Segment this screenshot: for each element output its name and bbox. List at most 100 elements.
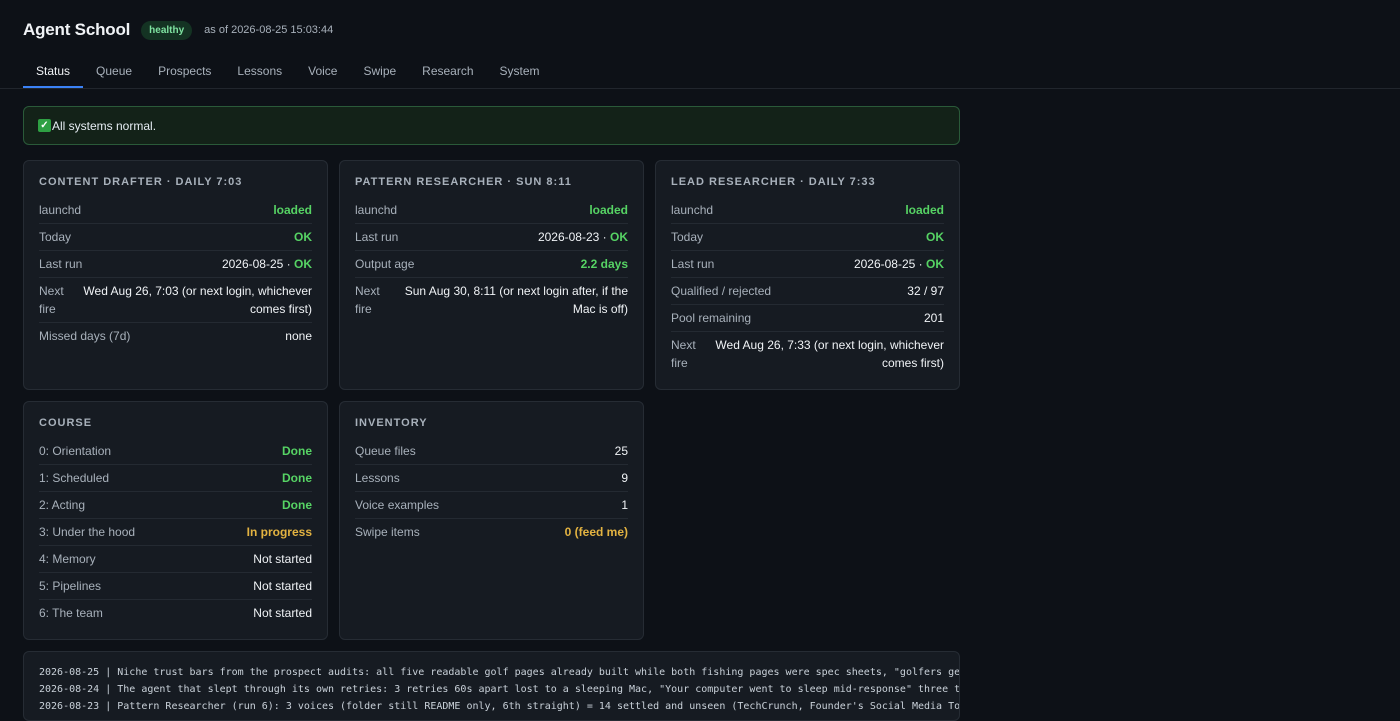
row-value: Done (282, 471, 312, 485)
card-title: INVENTORY (355, 417, 428, 429)
row-label: 5: Pipelines (39, 579, 102, 593)
tab-divider (0, 88, 1400, 89)
row-label: Last run (355, 230, 399, 244)
card-title: CONTENT DRAFTER · DAILY 7:03 (39, 176, 243, 188)
row-label: Today (39, 230, 72, 244)
row-label: launchd (671, 203, 714, 217)
row-value: OK (926, 230, 944, 244)
row-course-step: 1: Scheduled Done (39, 465, 312, 492)
row-value: 0 (feed me) (564, 525, 628, 539)
row-next-fire: Next fire Sun Aug 30, 8:11 (or next logi… (355, 278, 628, 322)
row-label: 4: Memory (39, 552, 96, 566)
row-label: launchd (355, 203, 398, 217)
row-swipe-items: Swipe items 0 (feed me) (355, 519, 628, 545)
row-value: Sun Aug 30, 8:11 (or next login after, i… (404, 284, 628, 316)
row-value: 2026-08-23 · OK (537, 230, 628, 244)
row-label: Next fire (39, 284, 64, 316)
card-lead-researcher: LEAD RESEARCHER · DAILY 7:33 launchd loa… (655, 160, 960, 390)
last-run-status: OK (610, 230, 628, 244)
card-title: PATTERN RESEARCHER · SUN 8:11 (355, 176, 572, 188)
card-content-drafter: CONTENT DRAFTER · DAILY 7:03 launchd loa… (23, 160, 328, 390)
row-course-step: 0: Orientation Done (39, 438, 312, 465)
row-value: 201 (923, 311, 944, 325)
log-panel[interactable]: 2026-08-25 | Niche trust bars from the p… (23, 651, 960, 721)
row-value: loaded (589, 203, 628, 217)
card-title: COURSE (39, 417, 93, 429)
status-banner: ✓ All systems normal. (23, 106, 960, 145)
row-pool-remaining: Pool remaining 201 (671, 305, 944, 332)
row-qualified-rejected: Qualified / rejected 32 / 97 (671, 278, 944, 305)
row-label: 0: Orientation (39, 444, 112, 458)
row-value: 32 / 97 (907, 284, 944, 298)
last-run-date: 2026-08-25 (221, 257, 284, 271)
row-label: launchd (39, 203, 82, 217)
row-launchd: launchd loaded (39, 197, 312, 224)
banner-text: All systems normal. (52, 118, 157, 133)
card-inventory: INVENTORY Queue files 25 Lessons 9 Voice… (339, 401, 644, 640)
row-label: Next fire (355, 284, 380, 316)
row-label: Missed days (7d) (39, 329, 131, 343)
row-label: Voice examples (355, 498, 440, 512)
last-run-status: OK (926, 257, 944, 271)
row-value: Done (282, 444, 312, 458)
row-value: Wed Aug 26, 7:03 (or next login, whichev… (83, 284, 312, 316)
last-run-date: 2026-08-23 (537, 230, 600, 244)
tab-queue[interactable]: Queue (83, 54, 145, 88)
row-value: Not started (253, 579, 312, 593)
row-last-run: Last run 2026-08-23 · OK (355, 224, 628, 251)
row-label: Lessons (355, 471, 400, 485)
row-label: Swipe items (355, 525, 420, 539)
tab-research[interactable]: Research (409, 54, 486, 88)
row-course-step: 6: The team Not started (39, 600, 312, 626)
row-today: Today OK (39, 224, 312, 251)
row-queue-files: Queue files 25 (355, 438, 628, 465)
row-label: 6: The team (39, 606, 103, 620)
tab-swipe[interactable]: Swipe (350, 54, 409, 88)
tab-bar: Status Queue Prospects Lessons Voice Swi… (23, 54, 553, 88)
row-label: Output age (355, 257, 415, 271)
row-label: Next fire (671, 338, 696, 370)
row-lessons: Lessons 9 (355, 465, 628, 492)
card-pattern-researcher: PATTERN RESEARCHER · SUN 8:11 launchd lo… (339, 160, 644, 390)
row-value: 9 (621, 471, 628, 485)
app-header: Agent School healthy as of 2026-08-25 15… (23, 20, 333, 40)
row-output-age: Output age 2.2 days (355, 251, 628, 278)
row-value: loaded (905, 203, 944, 217)
row-value: 1 (621, 498, 628, 512)
row-label: Queue files (355, 444, 416, 458)
row-next-fire: Next fire Wed Aug 26, 7:33 (or next logi… (671, 332, 944, 376)
tab-system[interactable]: System (487, 54, 553, 88)
row-label: 3: Under the hood (39, 525, 136, 539)
row-label: 2: Acting (39, 498, 86, 512)
row-label: Qualified / rejected (671, 284, 772, 298)
row-course-step: 3: Under the hood In progress (39, 519, 312, 546)
log-line: 2026-08-25 | Niche trust bars from the p… (39, 667, 960, 678)
card-course: COURSE 0: Orientation Done 1: Scheduled … (23, 401, 328, 640)
row-course-step: 2: Acting Done (39, 492, 312, 519)
row-course-step: 4: Memory Not started (39, 546, 312, 573)
row-launchd: launchd loaded (671, 197, 944, 224)
row-value: Wed Aug 26, 7:33 (or next login, whichev… (715, 338, 944, 370)
row-label: Today (671, 230, 704, 244)
tab-status[interactable]: Status (23, 54, 84, 88)
health-badge: healthy (141, 20, 193, 40)
tab-lessons[interactable]: Lessons (224, 54, 295, 88)
row-value: 2026-08-25 · OK (853, 257, 944, 271)
row-label: Pool remaining (671, 311, 752, 325)
last-run-date: 2026-08-25 (853, 257, 916, 271)
row-launchd: launchd loaded (355, 197, 628, 224)
row-value: Not started (253, 552, 312, 566)
app-title: Agent School (23, 20, 131, 39)
row-label: 1: Scheduled (39, 471, 110, 485)
row-value: OK (294, 230, 312, 244)
row-value: Done (282, 498, 312, 512)
tab-prospects[interactable]: Prospects (145, 54, 224, 88)
row-value: Not started (253, 606, 312, 620)
log-line: 2026-08-23 | Pattern Researcher (run 6):… (39, 701, 960, 712)
row-value: 25 (614, 444, 628, 458)
log-line: 2026-08-24 | The agent that slept throug… (39, 684, 960, 695)
row-next-fire: Next fire Wed Aug 26, 7:03 (or next logi… (39, 278, 312, 323)
card-title: LEAD RESEARCHER · DAILY 7:33 (671, 176, 876, 188)
row-value: In progress (246, 525, 312, 539)
tab-voice[interactable]: Voice (295, 54, 350, 88)
